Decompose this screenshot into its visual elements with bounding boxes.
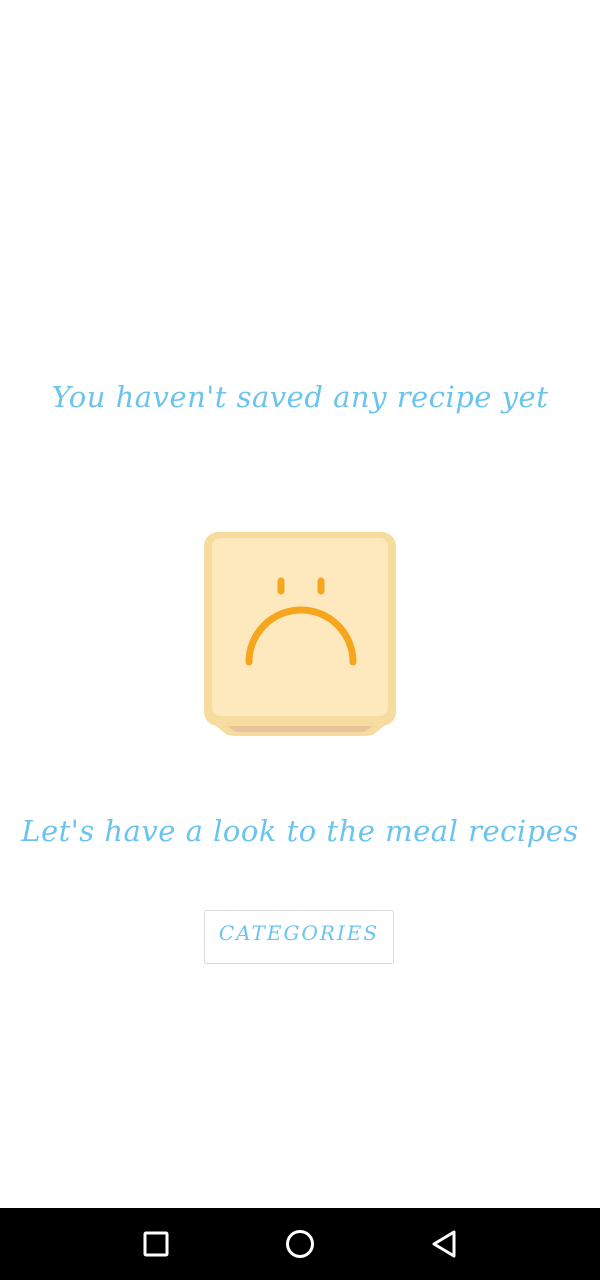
sad-face-box-icon <box>204 532 396 736</box>
empty-state-message: Let's have a look to the meal recipes <box>21 814 579 848</box>
circle-icon <box>286 1230 314 1258</box>
back-button[interactable] <box>424 1224 464 1264</box>
recents-button[interactable] <box>136 1224 176 1264</box>
saved-recipes-screen: You haven't saved any recipe yet Let's h… <box>0 0 600 1280</box>
box-face <box>212 538 388 716</box>
triangle-back-icon <box>432 1230 456 1258</box>
categories-button[interactable]: CATEGORIES <box>204 910 394 964</box>
system-navigation-bar <box>0 1208 600 1280</box>
home-button[interactable] <box>280 1224 320 1264</box>
categories-button-label: CATEGORIES <box>218 921 380 945</box>
empty-state-title: You haven't saved any recipe yet <box>51 380 549 414</box>
square-icon <box>143 1231 169 1257</box>
